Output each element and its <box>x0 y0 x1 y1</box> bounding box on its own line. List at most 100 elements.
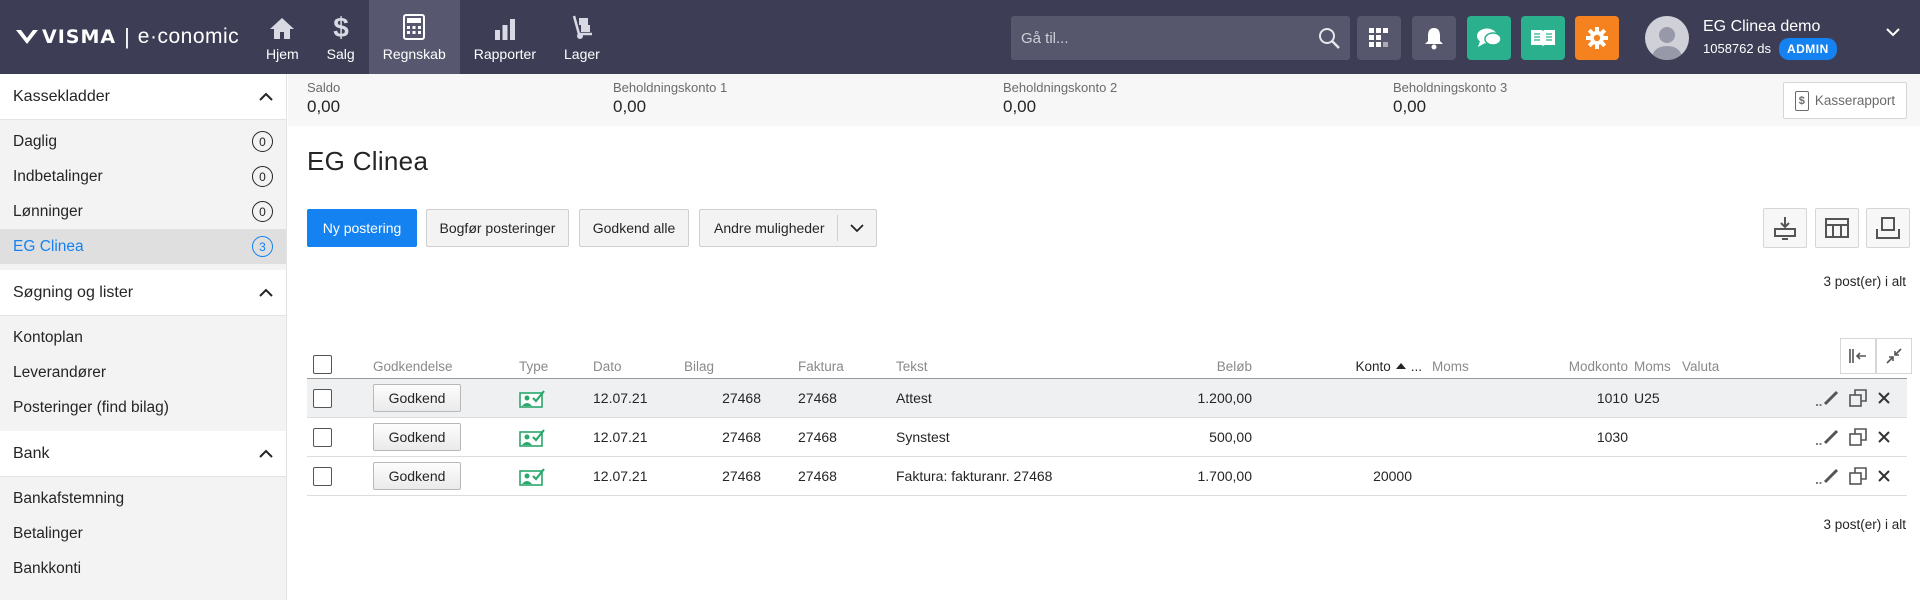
sidebar-item-lonninger[interactable]: Lønninger 0 <box>0 194 286 229</box>
user-silhouette-icon <box>1651 27 1683 60</box>
nav-item-hjem[interactable]: Hjem <box>252 0 313 74</box>
copy-icon[interactable] <box>1849 467 1867 485</box>
pin-columns-button[interactable] <box>1840 338 1876 374</box>
edit-pencil-icon[interactable] <box>1815 389 1839 407</box>
logo-product: e·conomic <box>137 25 240 48</box>
nav-item-salg[interactable]: $ Salg <box>313 0 369 74</box>
sidebar-item-bankkonti[interactable]: Bankkonti <box>0 551 286 586</box>
balance-label: Saldo <box>307 80 341 95</box>
visma-economic-logo[interactable]: VISMA | e·conomic <box>16 24 239 50</box>
col-moms-2[interactable]: Moms <box>1634 346 1671 378</box>
balance-beholdning-3: Beholdningskonto 3 0,00 <box>1393 80 1507 118</box>
table-row[interactable]: Godkend 12.07.21 27468 27468 Attest 1.20… <box>307 379 1907 418</box>
kasserapport-label: Kasserapport <box>1814 93 1896 108</box>
col-konto[interactable]: Konto ... <box>1297 346 1422 378</box>
table-row[interactable]: Godkend 12.07.21 27468 27468 Synstest 50… <box>307 418 1907 457</box>
nav-label: Salg <box>326 46 355 62</box>
notifications-button[interactable] <box>1412 16 1456 60</box>
delete-x-icon[interactable] <box>1877 430 1891 444</box>
nav-label: Hjem <box>266 46 299 62</box>
hand-truck-icon <box>572 15 592 39</box>
sidebar-item-daglig[interactable]: Daglig 0 <box>0 124 286 159</box>
row-checkbox[interactable] <box>313 427 332 447</box>
visma-mark-icon <box>16 30 38 44</box>
pin-left-icon <box>1849 349 1866 363</box>
entry-type-icon <box>519 429 545 447</box>
open-book-icon <box>1531 30 1555 47</box>
sidebar-item-posteringer[interactable]: Posteringer (find bilag) <box>0 390 286 425</box>
nav-item-lager[interactable]: Lager <box>550 0 614 74</box>
sidebar-item-eg-clinea[interactable]: EG Clinea 3 <box>0 229 286 264</box>
sidebar-item-betalinger[interactable]: Betalinger <box>0 516 286 551</box>
settings-button[interactable] <box>1575 16 1619 60</box>
balance-label: Beholdningskonto 1 <box>613 80 728 95</box>
gear-icon <box>1586 27 1608 49</box>
more-options-label: Andre muligheder <box>714 220 825 236</box>
sidebar-section-kassekladder[interactable]: Kassekladder <box>0 74 286 120</box>
nav-item-regnskab[interactable]: Regnskab <box>368 0 460 74</box>
chevron-up-icon[interactable] <box>259 288 273 298</box>
count-badge: 0 <box>252 201 273 222</box>
more-options-dropdown[interactable]: Andre muligheder <box>699 209 877 247</box>
sidebar-section-sogning[interactable]: Søgning og lister <box>0 270 286 316</box>
kasserapport-button[interactable]: $ Kasserapport <box>1783 82 1907 119</box>
help-book-button[interactable] <box>1521 16 1565 60</box>
sidebar-item-kontoplan[interactable]: Kontoplan <box>0 320 286 355</box>
new-entry-button[interactable]: Ny postering <box>307 209 417 247</box>
print-button[interactable] <box>1866 208 1910 248</box>
approve-all-button[interactable]: Godkend alle <box>579 209 689 247</box>
col-type[interactable]: Type <box>519 346 548 378</box>
entry-type-icon <box>519 468 545 486</box>
search-input[interactable] <box>1011 29 1308 47</box>
col-belob[interactable]: Beløb <box>1097 346 1252 378</box>
row-checkbox[interactable] <box>313 388 332 408</box>
edit-pencil-icon[interactable] <box>1815 428 1839 446</box>
select-all-checkbox[interactable] <box>313 355 332 374</box>
user-profile-menu[interactable]: EG Clinea demo 1058762 ds ADMIN <box>1645 10 1905 66</box>
copy-icon[interactable] <box>1849 389 1867 407</box>
sidebar-item-bankafstemning[interactable]: Bankafstemning <box>0 481 286 516</box>
table-grid-icon <box>1825 218 1849 238</box>
sidebar-item-leverandorer[interactable]: Leverandører <box>0 355 286 390</box>
apps-button[interactable] <box>1357 16 1401 60</box>
balance-beholdning-2: Beholdningskonto 2 0,00 <box>1003 80 1117 118</box>
post-count-bottom: 3 post(er) i alt <box>1823 517 1906 532</box>
nav-label: Rapporter <box>473 46 537 62</box>
col-moms[interactable]: Moms <box>1432 346 1469 378</box>
col-modkonto[interactable]: Modkonto <box>1507 346 1628 378</box>
delete-x-icon[interactable] <box>1877 469 1891 483</box>
columns-layout-button[interactable] <box>1815 208 1859 248</box>
chevron-up-icon[interactable] <box>259 449 273 459</box>
col-dato[interactable]: Dato <box>593 346 622 378</box>
search-icon[interactable] <box>1308 16 1350 60</box>
row-checkbox[interactable] <box>313 466 332 486</box>
sidebar-item-label: Bankkonti <box>13 559 82 577</box>
col-bilag[interactable]: Bilag <box>684 346 714 378</box>
chevron-down-icon[interactable] <box>1885 26 1901 38</box>
approve-button[interactable]: Godkend <box>373 423 461 451</box>
col-faktura[interactable]: Faktura <box>798 346 844 378</box>
edit-pencil-icon[interactable] <box>1815 467 1839 485</box>
col-godkendelse[interactable]: Godkendelse <box>373 346 453 378</box>
chevron-up-icon[interactable] <box>259 92 273 102</box>
col-konto-label: Konto <box>1355 359 1391 374</box>
collapse-columns-button[interactable] <box>1876 338 1912 374</box>
apps-grid-icon <box>1369 28 1388 47</box>
search-box[interactable] <box>1011 16 1350 60</box>
page-title: EG Clinea <box>307 146 429 176</box>
entries-table: Godkendelse Type Dato Bilag Faktura Teks… <box>307 338 1912 496</box>
sidebar-section-bank[interactable]: Bank <box>0 431 286 477</box>
post-entries-button[interactable]: Bogfør posteringer <box>426 209 569 247</box>
col-valuta[interactable]: Valuta <box>1682 346 1719 378</box>
balance-saldo: Saldo 0,00 <box>307 80 340 118</box>
sidebar-item-indbetalinger[interactable]: Indbetalinger 0 <box>0 159 286 194</box>
approve-button[interactable]: Godkend <box>373 384 461 412</box>
delete-x-icon[interactable] <box>1877 391 1891 405</box>
col-tekst[interactable]: Tekst <box>896 346 928 378</box>
chat-button[interactable] <box>1467 16 1511 60</box>
approve-button[interactable]: Godkend <box>373 462 461 490</box>
import-button[interactable] <box>1763 208 1807 248</box>
table-row[interactable]: Godkend 12.07.21 27468 27468 Faktura: fa… <box>307 457 1907 496</box>
nav-item-rapporter[interactable]: Rapporter <box>460 0 550 74</box>
copy-icon[interactable] <box>1849 428 1867 446</box>
